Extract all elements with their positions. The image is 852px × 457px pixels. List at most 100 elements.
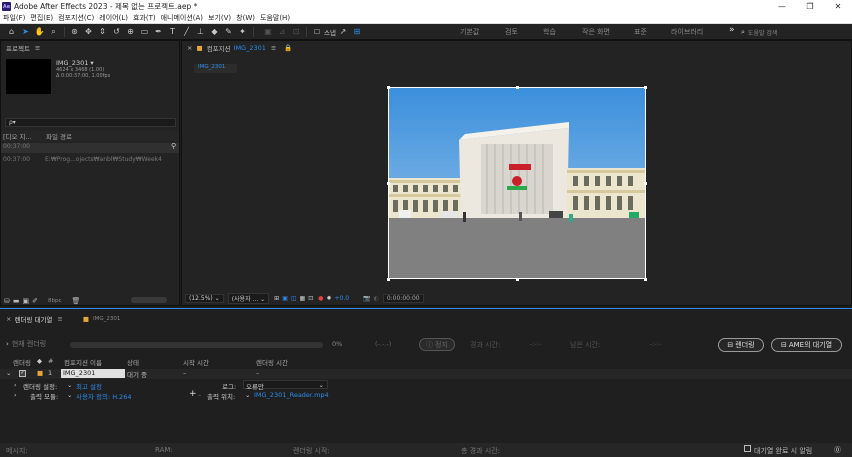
dropdown-arrow-icon[interactable]: ⌄ (67, 391, 72, 399)
3d-view-icon[interactable]: ⊡ (308, 295, 313, 302)
workspace-learn[interactable]: 학습 (543, 27, 556, 37)
remove-output-module-icon[interactable]: – (198, 391, 201, 399)
color-management-icon[interactable]: ✹ (326, 295, 331, 302)
project-row-1[interactable]: 00:37:00 (1, 143, 179, 153)
output-module-value[interactable]: 사용자 정의: H.264 (76, 391, 131, 401)
transform-handle[interactable] (644, 182, 647, 185)
bit-depth-button[interactable]: 8bpc (48, 298, 62, 304)
col-status-header[interactable]: 상태 (127, 357, 139, 367)
project-row-2[interactable]: 00:37:00 E:₩Prog...ojects₩anbl₩Study₩Wee… (1, 154, 179, 164)
menu-effect[interactable]: 효과(T) (133, 13, 156, 23)
clone-stamp-icon[interactable]: ⊥ (195, 26, 206, 37)
transform-handle[interactable] (516, 86, 519, 89)
transform-handle[interactable] (387, 182, 390, 185)
toggle-mask-icon[interactable]: ▣ (282, 295, 288, 302)
log-dropdown[interactable]: 오류만 ⌄ (243, 380, 328, 391)
timecode-display[interactable]: 0:00:00:00 (382, 294, 424, 303)
expand-arrow-icon[interactable]: ⌄ (6, 369, 11, 377)
tag-icon[interactable]: ◆ (37, 357, 42, 365)
maximize-button[interactable]: ❐ (796, 0, 824, 13)
dropdown-arrow-icon[interactable]: ⌄ (67, 381, 72, 389)
view-mode-dropdown[interactable]: (사용자 ... ⌄ (227, 293, 270, 304)
rectangle-tool-icon[interactable]: ▭ (139, 26, 150, 37)
col-start-time-header[interactable]: 시작 시간 (183, 357, 209, 367)
col-comp-name-header[interactable]: 컴포지션 이름 (64, 357, 102, 367)
snapshot-icon[interactable]: 📷 (363, 295, 370, 302)
workspace-libraries[interactable]: 라이브러리 (671, 27, 703, 37)
snap-options-icon[interactable]: ↗ (337, 26, 348, 37)
menu-edit[interactable]: 편집(E) (30, 13, 53, 23)
stop-button[interactable]: ⓘ 정지 (419, 338, 455, 351)
col-duration-header[interactable]: [디오 지... (3, 131, 44, 141)
new-folder-icon[interactable]: ▬ (13, 297, 20, 305)
expand-arrow-icon[interactable]: › (14, 381, 17, 389)
eraser-tool-icon[interactable]: ◆ (209, 26, 220, 37)
item-comp-name[interactable]: IMG_2301 (61, 369, 125, 378)
zoom-tool-icon[interactable]: ⌕ (48, 26, 59, 37)
render-checkbox[interactable]: ✓ (19, 370, 26, 377)
workspace-default[interactable]: 기본값 (460, 27, 479, 37)
col-path-header[interactable]: 파일 경로 (46, 131, 72, 141)
adjust-icon[interactable]: ✐ (32, 297, 38, 305)
brush-tool-icon[interactable]: ╱ (181, 26, 192, 37)
dropdown-arrow-icon[interactable]: ⌄ (245, 391, 250, 399)
puppet-tool-icon[interactable]: ✦ (237, 26, 248, 37)
close-tab-icon[interactable]: × (187, 44, 192, 52)
menu-view[interactable]: 보기(V) (208, 13, 231, 23)
add-output-module-icon[interactable]: + (189, 389, 197, 399)
project-tab[interactable]: 프로젝트 ≡ (1, 41, 179, 54)
interpret-footage-icon[interactable]: ⛁ (4, 297, 10, 305)
workspace-review[interactable]: 검토 (505, 27, 518, 37)
dolly-camera-icon[interactable]: ⇕ (97, 26, 108, 37)
orbit-camera-icon[interactable]: ⊛ (69, 26, 80, 37)
composition-viewer[interactable] (388, 87, 646, 279)
show-snapshot-icon[interactable]: ◐ (374, 295, 379, 302)
transform-handle[interactable] (387, 86, 390, 89)
expand-arrow-icon[interactable]: › (6, 340, 9, 348)
selection-tool-icon[interactable]: ➤ (20, 26, 31, 37)
more-workspaces-button[interactable]: » (729, 25, 735, 35)
panel-menu-icon[interactable]: ≡ (271, 44, 276, 52)
transform-handle[interactable] (644, 86, 647, 89)
menu-file[interactable]: 파일(F) (3, 13, 25, 23)
close-button[interactable]: ✕ (824, 0, 852, 13)
snap-checkbox[interactable]: ☐ (312, 26, 323, 37)
notify-checkbox[interactable] (744, 445, 751, 452)
notify-icon[interactable]: ⓪ (834, 445, 841, 455)
world-axis-icon[interactable]: ⊿ (277, 26, 288, 37)
panel-menu-icon[interactable]: ≡ (35, 44, 40, 52)
render-queue-item[interactable]: ⌄ ✓ ■ 1 IMG_2301 대기 중 – – (0, 369, 852, 379)
snap-grid-icon[interactable]: ⊞ (351, 26, 362, 37)
flowchart-icon[interactable]: ⚲ (171, 142, 176, 150)
expand-arrow-icon[interactable]: › (14, 391, 17, 399)
menu-composition[interactable]: 컴포지션(C) (58, 13, 94, 23)
transparency-grid-icon[interactable]: ▦ (300, 295, 306, 302)
menu-help[interactable]: 도움말(H) (260, 13, 290, 23)
minimize-button[interactable]: — (768, 0, 796, 13)
roto-brush-icon[interactable]: ✎ (223, 26, 234, 37)
render-button[interactable]: ⊟ 렌더링 (718, 338, 764, 352)
menu-animation[interactable]: 애니메이션(A) (161, 13, 203, 23)
lock-icon[interactable]: 🔒 (284, 44, 292, 52)
help-search-input[interactable]: 도움말 검색 (748, 28, 778, 37)
composition-tab[interactable]: × ■ 컴포지션 IMG_2301 ≡ 🔒 (182, 41, 851, 54)
workspace-small-screen[interactable]: 작은 화면 (582, 27, 610, 37)
color-channels-icon[interactable]: ● (318, 295, 323, 302)
render-settings-value[interactable]: 최고 설정 (76, 381, 102, 391)
region-of-interest-icon[interactable]: ◫ (291, 295, 297, 302)
close-tab-icon[interactable]: × (6, 315, 11, 323)
help-search[interactable]: ⌕ 도움말 검색 (741, 27, 845, 37)
composition-sub-tab[interactable]: IMG_2301 (194, 64, 237, 73)
delete-icon[interactable]: 🗑 (72, 297, 81, 305)
col-render-header[interactable]: 렌더링 (13, 357, 31, 367)
col-number-header[interactable]: # (48, 357, 53, 365)
thumbnail-size-slider[interactable] (131, 297, 167, 303)
render-queue-tab[interactable]: 렌더링 대기열 (14, 314, 52, 324)
zoom-dropdown[interactable]: (12.5%) ⌄ (185, 294, 224, 303)
home-icon[interactable]: ⌂ (6, 26, 17, 37)
transform-handle[interactable] (516, 278, 519, 281)
panel-menu-icon[interactable]: ≡ (57, 315, 62, 323)
view-axis-icon[interactable]: ⊡ (291, 26, 302, 37)
type-tool-icon[interactable]: T (167, 26, 178, 37)
timeline-tab[interactable]: IMG_2301 (93, 316, 120, 322)
